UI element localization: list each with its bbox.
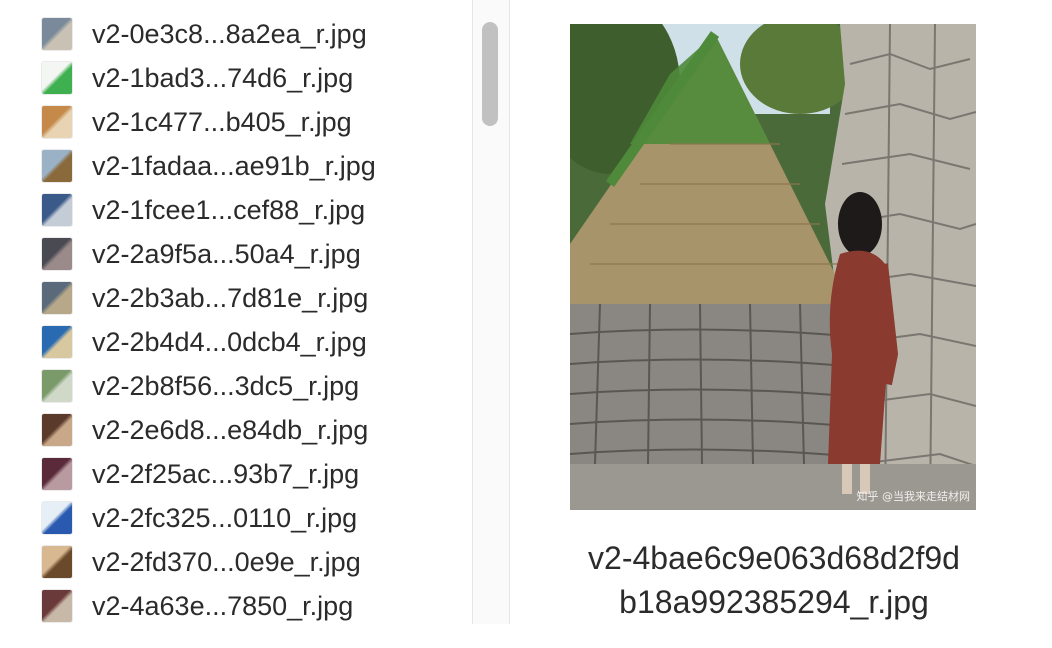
scrollbar-thumb[interactable] (482, 22, 498, 126)
file-name: v2-0e3c8...8a2ea_r.jpg (92, 19, 367, 49)
file-list-item[interactable]: v2-2f25ac...93b7_r.jpg (0, 452, 472, 496)
file-list-item[interactable]: v2-2b3ab...7d81e_r.jpg (0, 276, 472, 320)
file-thumbnail-icon (42, 458, 72, 490)
preview-filename: v2-4bae6c9e063d68d2f9d b18a992385294_r.j… (510, 536, 1038, 624)
file-name: v2-1fadaa...ae91b_r.jpg (92, 151, 376, 181)
file-list-item[interactable]: v2-2e6d8...e84db_r.jpg (0, 408, 472, 452)
file-list-item[interactable]: v2-2a9f5a...50a4_r.jpg (0, 232, 472, 276)
file-list: v2-0e3c8...8a2ea_r.jpg v2-1bad3...74d6_r.… (0, 0, 472, 624)
file-list-item[interactable]: v2-2fd370...0e9e_r.jpg (0, 540, 472, 584)
file-thumbnail-icon (42, 194, 72, 226)
file-name: v2-1c477...b405_r.jpg (92, 107, 352, 137)
preview-image: 知乎 @当我来走结材网 (570, 24, 976, 510)
file-thumbnail-icon (42, 502, 72, 534)
file-thumbnail-icon (42, 106, 72, 138)
file-name: v2-2b8f56...3dc5_r.jpg (92, 371, 360, 401)
watermark-text: 知乎 @当我来走结材网 (856, 490, 971, 503)
file-name: v2-2e6d8...e84db_r.jpg (92, 415, 369, 445)
finder-window: v2-0e3c8...8a2ea_r.jpg v2-1bad3...74d6_r.… (0, 0, 1052, 648)
file-name: v2-2fd370...0e9e_r.jpg (92, 547, 361, 577)
file-list-item[interactable]: v2-2b8f56...3dc5_r.jpg (0, 364, 472, 408)
file-list-item[interactable]: v2-4a63e...7850_r.jpg (0, 584, 472, 624)
file-name: v2-1bad3...74d6_r.jpg (92, 63, 354, 93)
file-list-item[interactable]: v2-2b4d4...0dcb4_r.jpg (0, 320, 472, 364)
file-list-item[interactable]: v2-0e3c8...8a2ea_r.jpg (0, 12, 472, 56)
file-list-item[interactable]: v2-1fadaa...ae91b_r.jpg (0, 144, 472, 188)
file-list-item[interactable]: v2-1c477...b405_r.jpg (0, 100, 472, 144)
file-thumbnail-icon (42, 238, 72, 270)
file-name: v2-2a9f5a...50a4_r.jpg (92, 239, 361, 269)
file-thumbnail-icon (42, 326, 72, 358)
preview-filename-line1: v2-4bae6c9e063d68d2f9d (588, 540, 960, 576)
preview-filename-line2: b18a992385294_r.jpg (619, 584, 929, 620)
file-thumbnail-icon (42, 62, 72, 94)
file-name: v2-2b3ab...7d81e_r.jpg (92, 283, 369, 313)
file-thumbnail-icon (42, 282, 72, 314)
file-thumbnail-icon (42, 414, 72, 446)
preview-photo (570, 24, 976, 510)
file-name: v2-2fc325...0110_r.jpg (92, 503, 358, 533)
file-name: v2-4a63e...7850_r.jpg (92, 591, 354, 621)
scrollbar-track[interactable] (472, 0, 510, 624)
file-list-item[interactable]: v2-1bad3...74d6_r.jpg (0, 56, 472, 100)
file-thumbnail-icon (42, 18, 72, 50)
file-thumbnail-icon (42, 590, 72, 622)
file-name: v2-1fcee1...cef88_r.jpg (92, 195, 366, 225)
file-thumbnail-icon (42, 150, 72, 182)
file-thumbnail-icon (42, 370, 72, 402)
file-thumbnail-icon (42, 546, 72, 578)
file-name: v2-2b4d4...0dcb4_r.jpg (92, 327, 367, 357)
file-list-item[interactable]: v2-1fcee1...cef88_r.jpg (0, 188, 472, 232)
file-list-item[interactable]: v2-2fc325...0110_r.jpg (0, 496, 472, 540)
preview-pane: 知乎 @当我来走结材网 v2-4bae6c9e063d68d2f9d b18a9… (510, 0, 1052, 648)
file-name: v2-2f25ac...93b7_r.jpg (92, 459, 360, 489)
